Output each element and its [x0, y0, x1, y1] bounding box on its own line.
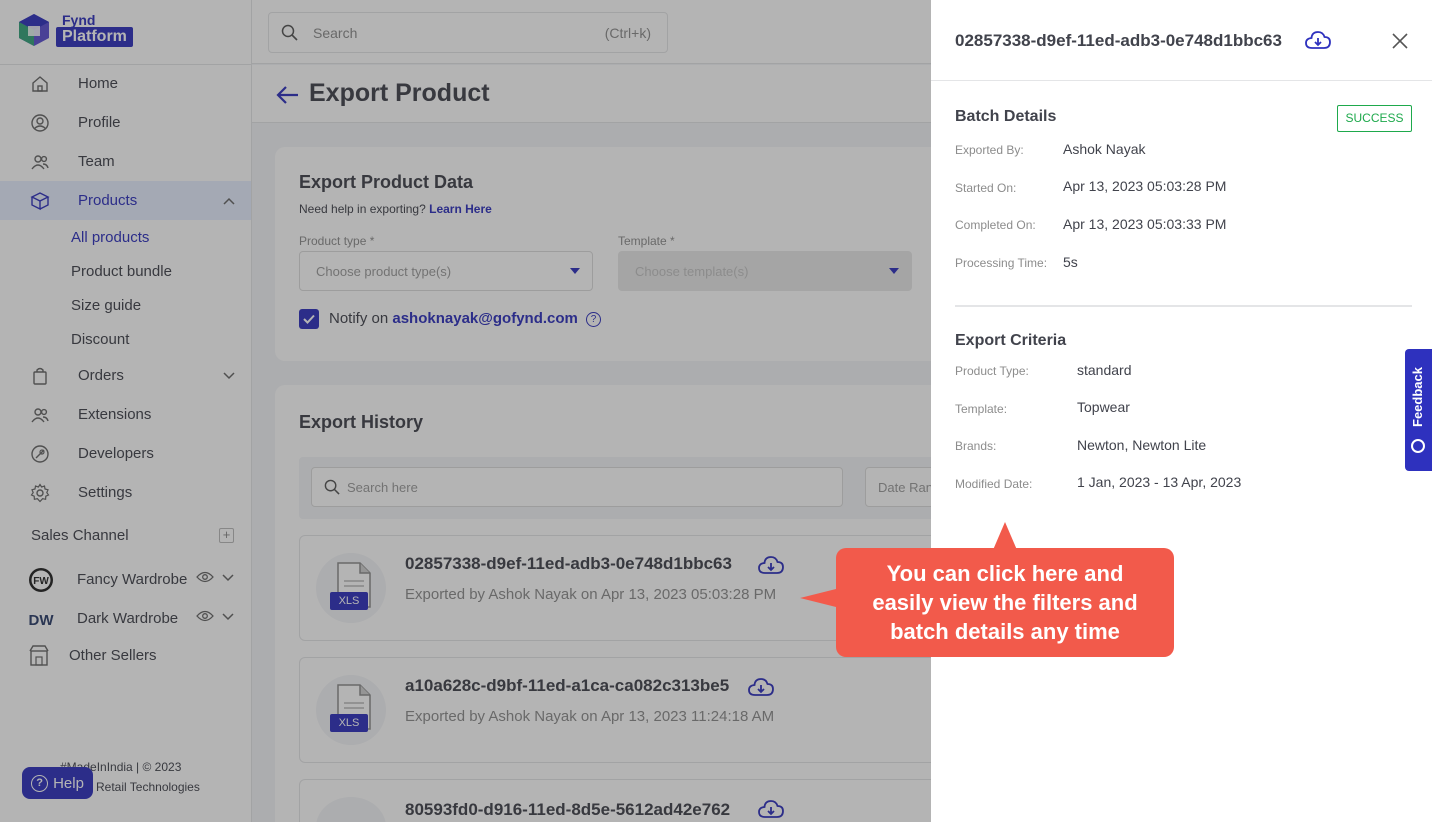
- status-badge: SUCCESS: [1337, 105, 1412, 132]
- feedback-bubble-icon: [1411, 439, 1425, 453]
- tutorial-callout: You can click here and easily view the f…: [836, 548, 1174, 657]
- feedback-label: Feedback: [1410, 367, 1425, 427]
- processing-time-label: Processing Time:: [955, 256, 1048, 270]
- exported-by-label: Exported By:: [955, 143, 1024, 157]
- exported-by-value: Ashok Nayak: [1063, 141, 1146, 157]
- close-icon[interactable]: [1390, 31, 1410, 51]
- criteria-brands-label: Brands:: [955, 439, 997, 453]
- criteria-template-label: Template:: [955, 402, 1008, 416]
- started-on-label: Started On:: [955, 181, 1017, 195]
- batch-details-drawer: 02857338-d9ef-11ed-adb3-0e748d1bbc63 Bat…: [931, 0, 1432, 822]
- callout-line-1: You can click here and: [886, 561, 1124, 586]
- criteria-modified-value: 1 Jan, 2023 - 13 Apr, 2023: [1077, 474, 1242, 490]
- drawer-header: 02857338-d9ef-11ed-adb3-0e748d1bbc63: [931, 0, 1432, 81]
- callout-line-2: easily view the filters and: [872, 590, 1138, 615]
- criteria-template-value: Topwear: [1077, 399, 1130, 415]
- feedback-tab[interactable]: Feedback: [1405, 349, 1432, 471]
- modal-backdrop[interactable]: [0, 0, 931, 822]
- processing-time-value: 5s: [1063, 254, 1078, 270]
- callout-pointer-left: [800, 588, 840, 608]
- drawer-title: 02857338-d9ef-11ed-adb3-0e748d1bbc63: [955, 31, 1282, 50]
- criteria-product-type-label: Product Type:: [955, 364, 1029, 378]
- started-on-value: Apr 13, 2023 05:03:28 PM: [1063, 178, 1227, 194]
- criteria-modified-label: Modified Date:: [955, 477, 1033, 491]
- callout-line-3: batch details any time: [890, 619, 1120, 644]
- cloud-download-icon[interactable]: [1305, 31, 1331, 51]
- batch-details-title: Batch Details: [955, 108, 1057, 125]
- criteria-brands-value: Newton, Newton Lite: [1077, 437, 1207, 453]
- callout-pointer-up: [993, 522, 1017, 550]
- export-criteria-title: Export Criteria: [955, 332, 1067, 349]
- completed-on-value: Apr 13, 2023 05:03:33 PM: [1063, 216, 1227, 232]
- completed-on-label: Completed On:: [955, 218, 1036, 232]
- criteria-product-type-value: standard: [1077, 362, 1132, 378]
- section-divider: [955, 305, 1412, 307]
